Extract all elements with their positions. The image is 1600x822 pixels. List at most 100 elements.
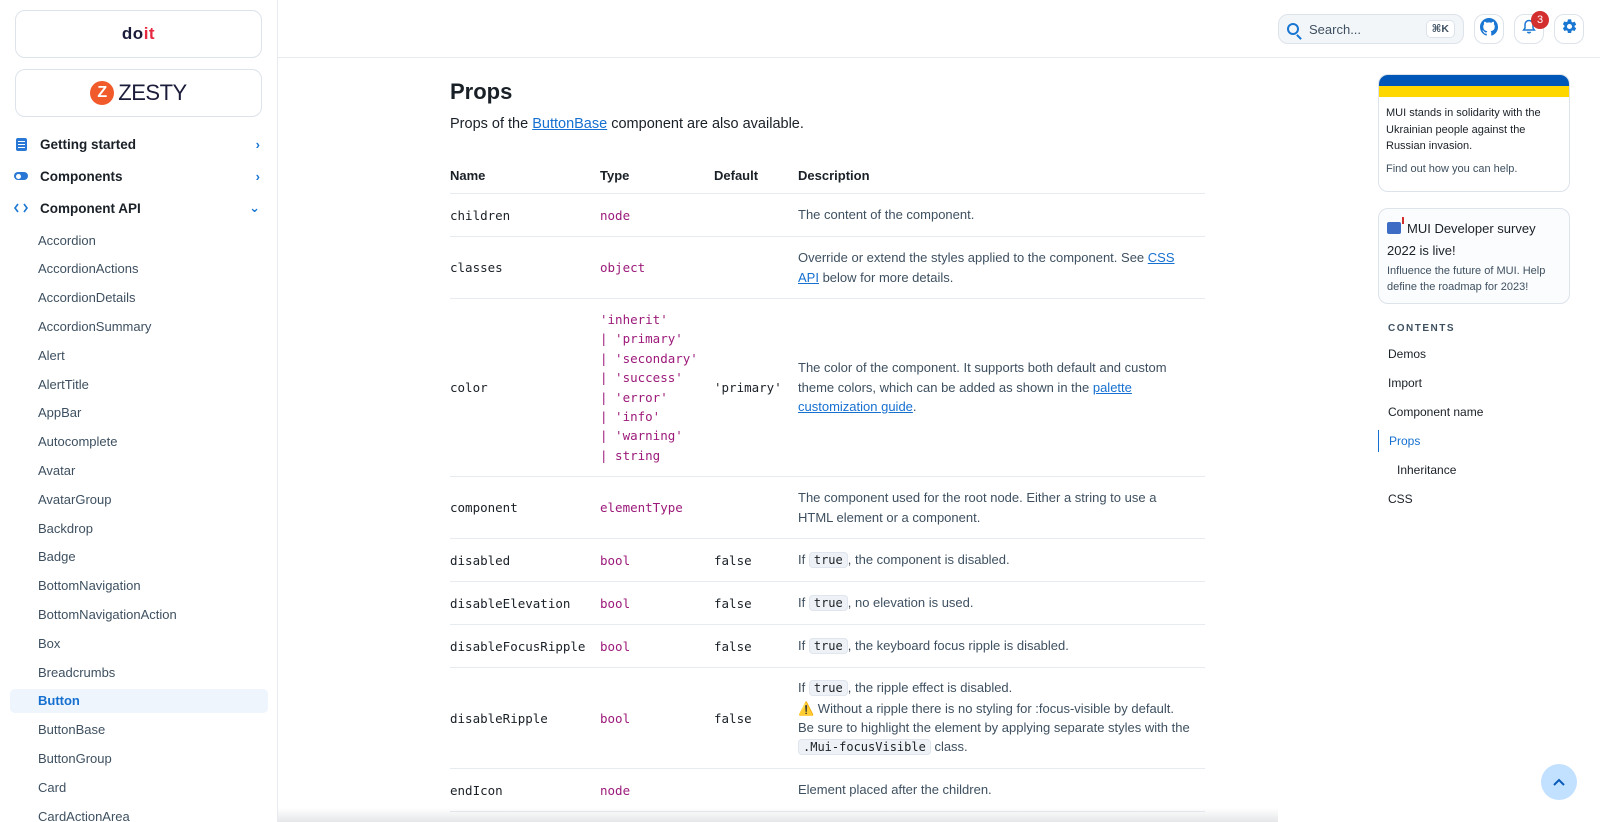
sidebar-item-buttongroup[interactable]: ButtonGroup <box>10 746 268 770</box>
sidebar-item-box[interactable]: Box <box>10 631 268 655</box>
prop-type: node <box>600 782 631 798</box>
buttonbase-link[interactable]: ButtonBase <box>532 116 607 132</box>
prop-name: disabled <box>450 552 511 568</box>
toc-import[interactable]: Import <box>1378 372 1570 394</box>
header-description: Description <box>798 168 870 183</box>
sidebar-item-alerttitle[interactable]: AlertTitle <box>10 372 268 396</box>
prop-name: disableRipple <box>450 710 548 726</box>
sidebar-item-autocomplete[interactable]: Autocomplete <box>10 430 268 454</box>
nav-section-label: Components <box>40 168 123 184</box>
chevron-down-icon: ⌄ <box>249 200 260 215</box>
sidebar-item-appbar[interactable]: AppBar <box>10 401 268 425</box>
sidebar-item-breadcrumbs[interactable]: Breadcrumbs <box>10 660 268 684</box>
search-icon <box>1287 23 1299 35</box>
toc-component-name[interactable]: Component name <box>1378 401 1570 423</box>
github-icon <box>1480 17 1499 41</box>
prop-description: If true, the keyboard focus ripple is di… <box>798 637 1069 654</box>
prop-description: The content of the component. <box>798 207 975 223</box>
sidebar-item-card[interactable]: Card <box>10 775 268 799</box>
prop-name: endIcon <box>450 782 503 798</box>
prop-default: false <box>714 710 752 726</box>
table-row: disableElevation bool false If true, no … <box>450 582 1205 625</box>
chevron-right-icon: › <box>255 136 260 152</box>
chevron-right-icon: › <box>255 168 260 184</box>
sidebar-item-buttonbase[interactable]: ButtonBase <box>10 718 268 742</box>
survey-banner[interactable]: MUI Developer survey 2022 is live! Influ… <box>1378 208 1570 304</box>
header-name: Name <box>450 168 486 183</box>
prop-type: bool <box>600 710 631 726</box>
prop-description: The component used for the root node. Ei… <box>798 490 1157 525</box>
warning-icon: ⚠️ <box>798 700 815 716</box>
prop-name: color <box>450 380 488 395</box>
sidebar-item-avatar[interactable]: Avatar <box>10 458 268 482</box>
prop-name: children <box>450 207 511 223</box>
toc-props[interactable]: Props <box>1378 430 1570 452</box>
search-button[interactable]: Search... ⌘K <box>1278 14 1464 44</box>
sponsor-doit[interactable]: doit <box>15 10 262 58</box>
settings-button[interactable] <box>1554 14 1584 44</box>
prop-type: node <box>600 207 631 223</box>
toggle-icon <box>14 169 28 183</box>
sidebar-item-accordion[interactable]: Accordion <box>10 228 268 252</box>
toc-inheritance[interactable]: Inheritance <box>1378 459 1570 481</box>
prop-default: false <box>714 552 752 568</box>
zesty-logo-word: ZESTY <box>118 80 187 105</box>
sidebar-item-avatargroup[interactable]: AvatarGroup <box>10 487 268 511</box>
code-icon <box>14 201 28 215</box>
sidebar-item-alert[interactable]: Alert <box>10 343 268 367</box>
table-row: children node The content of the compone… <box>450 194 1205 237</box>
prop-name: disableElevation <box>450 595 571 611</box>
ukraine-text: MUI stands in solidarity with the Ukrain… <box>1386 107 1541 152</box>
sidebar-item-bottomnavigation[interactable]: BottomNavigation <box>10 574 268 598</box>
zesty-logo: Z ZESTY <box>90 80 187 106</box>
ukraine-help-link[interactable]: Find out how you can help. <box>1379 155 1569 175</box>
header-default: Default <box>714 168 759 183</box>
github-button[interactable] <box>1474 14 1504 44</box>
table-row: color 'inherit' | 'primary' | 'secondary… <box>450 299 1205 477</box>
prop-default: 'primary' <box>714 380 782 395</box>
prop-description: The color of the component. It supports … <box>798 360 1167 415</box>
table-row: component elementType The component used… <box>450 477 1205 539</box>
bottom-fade <box>278 808 1278 822</box>
table-row: disableFocusRipple bool false If true, t… <box>450 625 1205 668</box>
sidebar: doit Z ZESTY Getting started › Component… <box>0 0 278 822</box>
sidebar-item-bottomnavigationaction[interactable]: BottomNavigationAction <box>10 602 268 626</box>
prop-type: bool <box>600 552 631 568</box>
prop-description: Override or extend the styles applied to… <box>798 250 1175 285</box>
notification-badge: 3 <box>1531 11 1549 29</box>
sidebar-item-badge[interactable]: Badge <box>10 545 268 569</box>
prop-description: If true, no elevation is used. <box>798 594 974 611</box>
toc-demos[interactable]: Demos <box>1378 343 1570 365</box>
sidebar-item-button[interactable]: Button <box>10 688 268 713</box>
prop-default: false <box>714 595 752 611</box>
chevron-up-icon <box>1552 774 1566 790</box>
prop-description: If true, the component is disabled. <box>798 551 1010 568</box>
survey-subtitle: Influence the future of MUI. Help define… <box>1387 265 1546 293</box>
document-icon <box>14 137 28 151</box>
sidebar-item-cardactionarea[interactable]: CardActionArea <box>10 804 268 822</box>
sidebar-item-backdrop[interactable]: Backdrop <box>10 516 268 540</box>
nav-section-components[interactable]: Components › <box>10 162 268 190</box>
nav-section-label: Component API <box>40 200 141 216</box>
scroll-to-top-button[interactable] <box>1541 764 1577 800</box>
nav-section-getting-started[interactable]: Getting started › <box>10 130 268 158</box>
ukraine-banner[interactable]: MUI stands in solidarity with the Ukrain… <box>1378 74 1570 192</box>
toc-css[interactable]: CSS <box>1378 488 1570 510</box>
prop-type: elementType <box>600 500 683 515</box>
search-shortcut: ⌘K <box>1425 20 1455 38</box>
search-placeholder: Search... <box>1309 21 1362 37</box>
sidebar-item-accordionsummary[interactable]: AccordionSummary <box>10 314 268 338</box>
prop-type: bool <box>600 638 631 654</box>
nav-section-component-api[interactable]: Component API ⌄ <box>10 194 268 222</box>
prop-description: Element placed after the children. <box>798 782 992 798</box>
header-type: Type <box>600 168 630 183</box>
zesty-logo-mark: Z <box>90 81 115 105</box>
sponsor-zesty[interactable]: Z ZESTY <box>15 69 262 117</box>
props-subtitle: Props of the ButtonBase component are al… <box>450 116 804 132</box>
sidebar-item-accordionactions[interactable]: AccordionActions <box>10 257 268 281</box>
table-row: classes object Override or extend the st… <box>450 237 1205 299</box>
nav-section-label: Getting started <box>40 136 137 152</box>
props-table-header: Name Type Default Description <box>450 154 1205 194</box>
notifications-button[interactable]: 3 <box>1514 11 1549 44</box>
sidebar-item-accordiondetails[interactable]: AccordionDetails <box>10 286 268 310</box>
